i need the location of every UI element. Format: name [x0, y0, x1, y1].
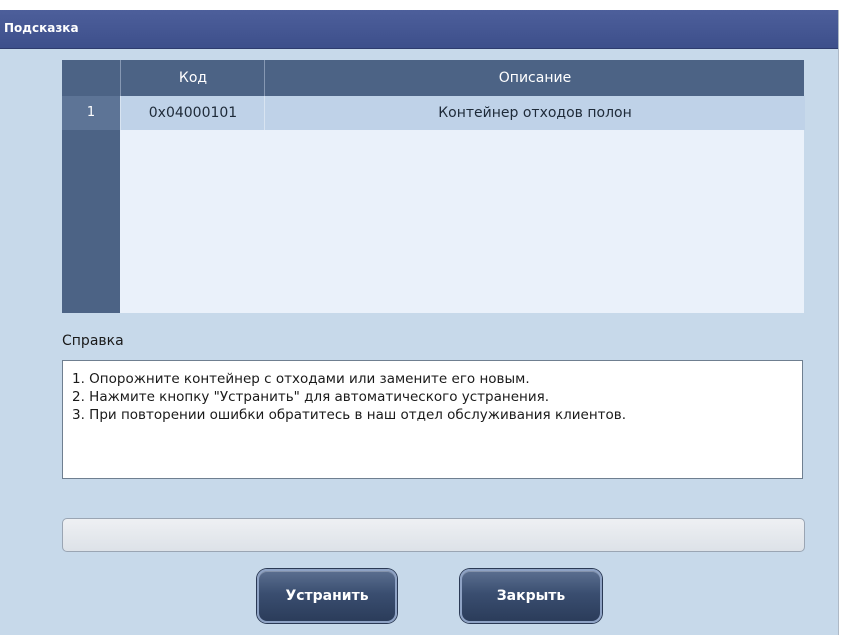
- help-text-area[interactable]: 1. Опорожните контейнер с отходами или з…: [62, 360, 803, 479]
- help-line-2: 2. Нажмите кнопку "Устранить" для автома…: [72, 389, 550, 405]
- column-header-index: [62, 60, 120, 96]
- alert-dialog: Подсказка Код Описание 1 0x04000101 Конт…: [0, 10, 839, 635]
- help-line-3: 3. При повторении ошибки обратитесь в на…: [72, 407, 627, 423]
- error-table: Код Описание 1 0x04000101 Контейнер отхо…: [62, 60, 805, 313]
- title-bar: Подсказка: [0, 10, 838, 49]
- table-row[interactable]: 1 0x04000101 Контейнер отходов полон: [62, 96, 805, 130]
- row-index: 1: [62, 96, 120, 130]
- table-header: Код Описание: [62, 60, 804, 96]
- row-description: Контейнер отходов полон: [264, 96, 805, 130]
- row-code: 0x04000101: [120, 96, 265, 130]
- status-bar: [62, 518, 805, 552]
- close-button[interactable]: Закрыть: [460, 569, 602, 623]
- window-title: Подсказка: [4, 21, 79, 35]
- column-header-code: Код: [120, 60, 265, 96]
- column-header-description: Описание: [264, 60, 805, 96]
- help-heading: Справка: [62, 333, 124, 349]
- fix-button[interactable]: Устранить: [257, 569, 397, 623]
- help-line-1: 1. Опорожните контейнер с отходами или з…: [72, 371, 530, 387]
